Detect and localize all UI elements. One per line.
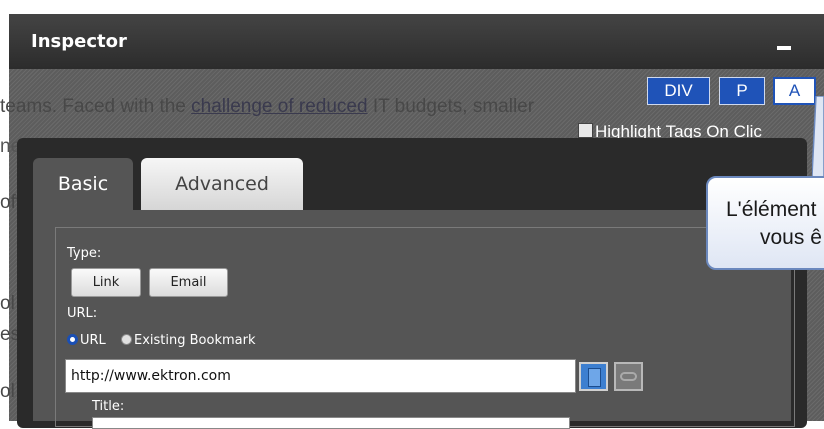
- top-margin: [0, 0, 824, 14]
- title-input[interactable]: [92, 417, 570, 429]
- inspector-title: Inspector: [31, 31, 127, 52]
- url-input[interactable]: [65, 359, 576, 393]
- highlight-checkbox[interactable]: [578, 123, 593, 138]
- radio-existing-bookmark[interactable]: Existing Bookmark: [121, 333, 255, 348]
- background-fragment: ol: [0, 381, 15, 402]
- tab-basic[interactable]: Basic: [33, 158, 133, 210]
- unlink-icon[interactable]: [614, 362, 643, 391]
- background-text-line1: teams. Faced with the challenge of reduc…: [0, 96, 535, 117]
- background-link: challenge of reduced: [191, 96, 368, 117]
- minimize-button[interactable]: [777, 46, 791, 50]
- callout-line2: vous ê: [760, 226, 822, 249]
- tag-div-button[interactable]: DIV: [647, 77, 710, 105]
- radio-url-indicator[interactable]: [67, 334, 78, 345]
- inspector-titlebar: Inspector: [9, 14, 824, 69]
- callout-pointer: [812, 96, 824, 186]
- tab-advanced[interactable]: Advanced: [141, 158, 303, 210]
- bookmark-icon[interactable]: [579, 362, 608, 391]
- radio-url[interactable]: URL: [67, 333, 106, 348]
- radio-bookmark-indicator[interactable]: [121, 334, 132, 345]
- email-type-button[interactable]: Email: [149, 268, 228, 297]
- type-label: Type:: [67, 246, 102, 261]
- callout-line1: L'élément: [726, 198, 817, 221]
- tag-a-button[interactable]: A: [773, 77, 816, 105]
- title-label: Title:: [92, 399, 125, 414]
- callout-tooltip: L'élément vous ê: [706, 176, 824, 270]
- url-label: URL:: [67, 306, 98, 321]
- form-group: [55, 227, 795, 427]
- link-type-button[interactable]: Link: [71, 268, 141, 297]
- tag-p-button[interactable]: P: [719, 77, 765, 105]
- background-fragment: ol: [0, 293, 15, 314]
